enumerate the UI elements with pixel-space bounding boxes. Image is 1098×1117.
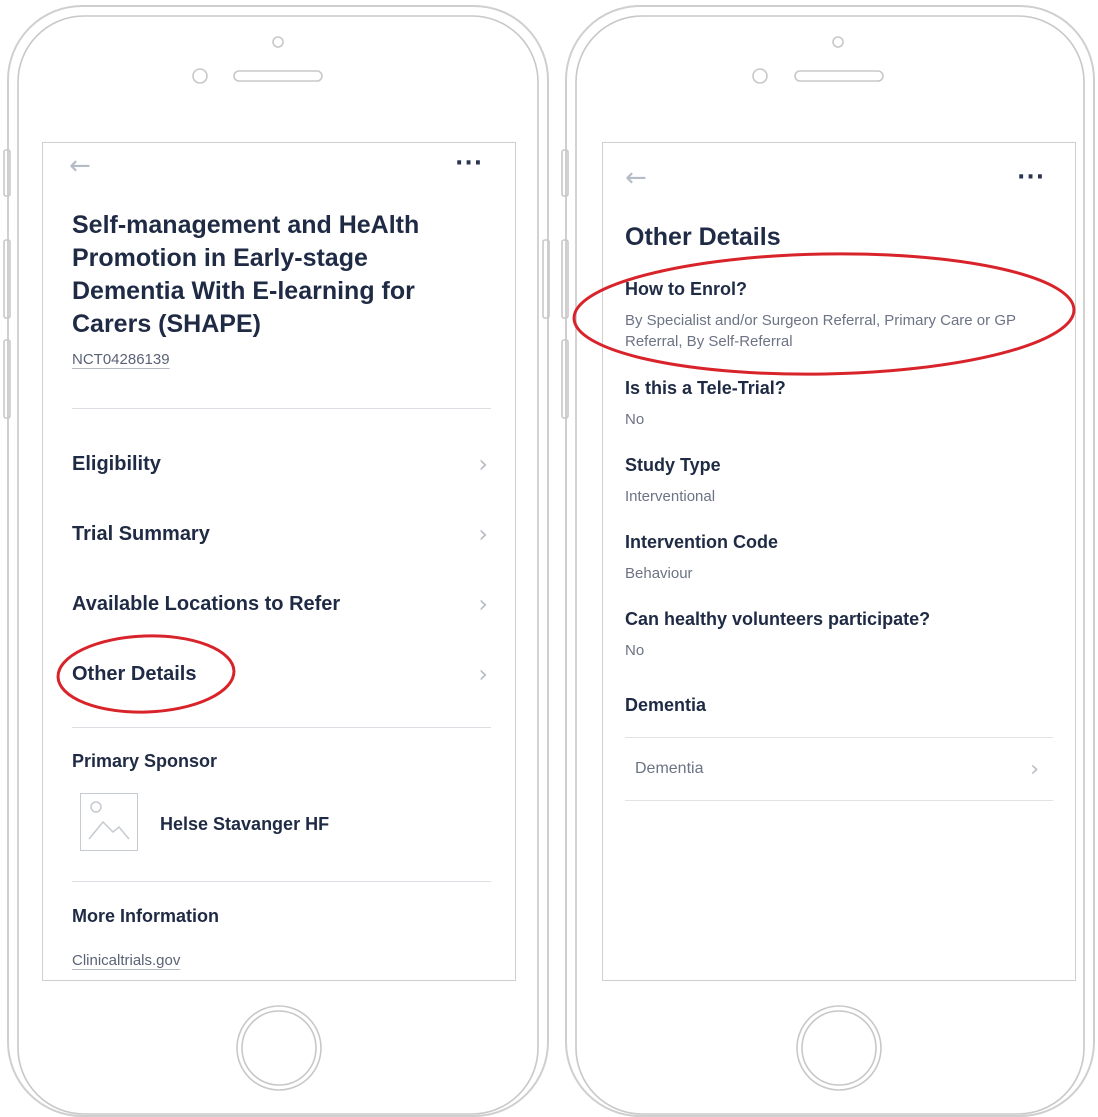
more-information-label: More Information bbox=[72, 906, 219, 926]
menu-item-available-locations[interactable]: Available Locations to Refer › bbox=[72, 583, 488, 625]
left-front-camera-icon bbox=[272, 36, 284, 48]
divider bbox=[72, 881, 491, 882]
field-label-how-to-enrol: How to Enrol? bbox=[625, 279, 747, 299]
image-placeholder-icon bbox=[80, 793, 138, 851]
menu-item-label: Trial Summary bbox=[72, 522, 210, 545]
right-home-button-inner bbox=[801, 1010, 877, 1086]
trial-title: Self-management and HeAlth Promotion in … bbox=[72, 211, 420, 338]
more-horizontal-icon[interactable]: ··· bbox=[455, 153, 483, 175]
condition-item-dementia[interactable]: Dementia › bbox=[625, 737, 1053, 801]
trial-detail-screen: ← ··· Self-management and HeAlth Promoti… bbox=[42, 142, 516, 981]
more-horizontal-icon[interactable]: ··· bbox=[1017, 167, 1045, 189]
divider bbox=[72, 408, 491, 409]
trial-id: NCT04286139 bbox=[72, 351, 170, 368]
chevron-right-icon: › bbox=[478, 660, 488, 688]
menu-item-label: Eligibility bbox=[72, 452, 161, 475]
menu-item-trial-summary[interactable]: Trial Summary › bbox=[72, 513, 488, 555]
right-home-button-outer bbox=[796, 1005, 882, 1091]
divider bbox=[72, 727, 491, 728]
arrow-left-icon[interactable]: ← bbox=[625, 165, 647, 191]
clinicaltrials-link[interactable]: Clinicaltrials.gov bbox=[72, 952, 180, 969]
left-home-button-inner bbox=[241, 1010, 317, 1086]
field-label-intervention-code: Intervention Code bbox=[625, 532, 779, 552]
right-sensor-icon bbox=[752, 68, 768, 84]
chevron-right-icon: › bbox=[1030, 756, 1039, 782]
menu-item-eligibility[interactable]: Eligibility › bbox=[72, 443, 488, 485]
field-value-intervention-code: Behaviour bbox=[625, 565, 693, 582]
field-value-tele-trial: No bbox=[625, 411, 645, 428]
field-label-tele-trial: Is this a Tele-Trial? bbox=[625, 378, 786, 398]
left-sensor-icon bbox=[192, 68, 208, 84]
field-value-healthy-volunteers: No bbox=[625, 642, 645, 659]
field-value-study-type: Interventional bbox=[625, 488, 716, 505]
field-value-how-to-enrol: By Specialist and/or Surgeon Referral, P… bbox=[625, 312, 1016, 350]
condition-label: Dementia bbox=[635, 760, 704, 777]
field-label-study-type: Study Type bbox=[625, 455, 721, 475]
right-front-camera-icon bbox=[832, 36, 844, 48]
left-home-button-outer bbox=[236, 1005, 322, 1091]
chevron-right-icon: › bbox=[478, 520, 488, 548]
sponsor-name: Helse Stavanger HF bbox=[160, 814, 330, 834]
right-speaker-icon bbox=[794, 70, 884, 82]
menu-item-label: Available Locations to Refer bbox=[72, 592, 341, 615]
field-label-healthy-volunteers: Can healthy volunteers participate? bbox=[625, 609, 931, 629]
chevron-right-icon: › bbox=[478, 590, 488, 618]
conditions-heading: Dementia bbox=[625, 695, 707, 715]
other-details-screen: ← ··· Other Details How to Enrol? By Spe… bbox=[602, 142, 1076, 981]
arrow-left-icon[interactable]: ← bbox=[69, 153, 91, 179]
left-speaker-icon bbox=[233, 70, 323, 82]
menu-item-other-details[interactable]: Other Details › bbox=[72, 653, 488, 695]
chevron-right-icon: › bbox=[478, 450, 488, 478]
menu-item-label: Other Details bbox=[72, 662, 197, 685]
page-title: Other Details bbox=[625, 223, 781, 251]
primary-sponsor-label: Primary Sponsor bbox=[72, 751, 218, 771]
